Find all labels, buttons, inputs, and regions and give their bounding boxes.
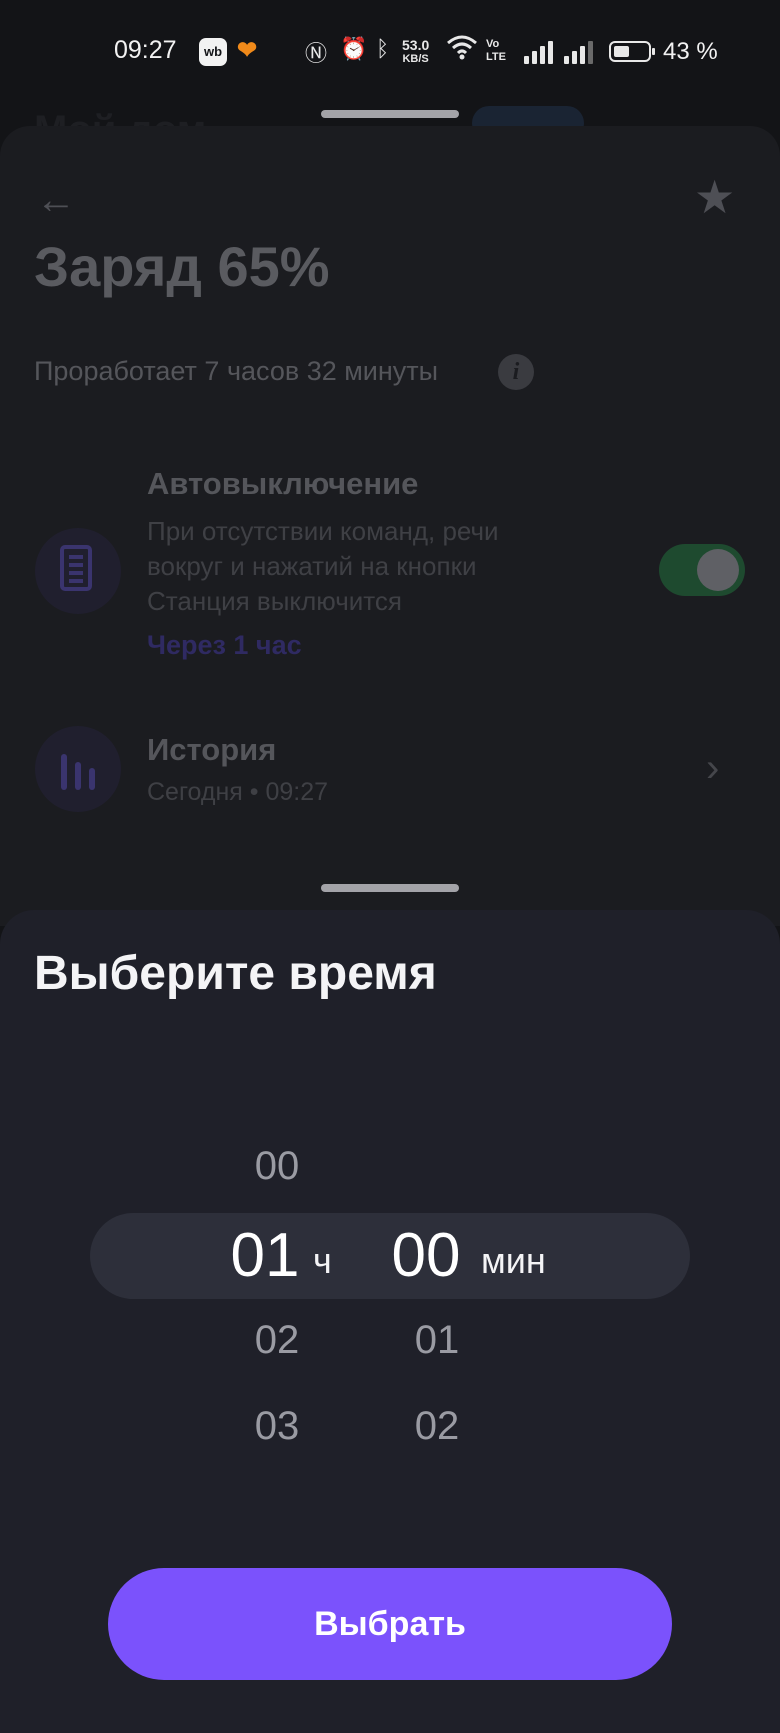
battery-fill	[614, 46, 629, 57]
charge-title: Заряд 65%	[34, 235, 330, 298]
time-picker-sheet: Выберите время 00 01 ч 02 03 00 мин 01 0…	[0, 910, 780, 1733]
favorite-star-icon[interactable]: ★	[694, 170, 735, 224]
picker-title: Выберите время	[34, 947, 437, 1000]
minute-option-below-2[interactable]: 02	[387, 1404, 487, 1449]
chevron-right-icon[interactable]: ›	[706, 746, 719, 791]
auto-off-description: При отсутствии команд, речи вокруг и наж…	[147, 516, 499, 616]
auto-off-time-link[interactable]: Через 1 час	[147, 630, 302, 661]
hour-option-below-2[interactable]: 03	[227, 1404, 327, 1449]
status-time: 09:27	[114, 36, 177, 64]
bluetooth-icon: ᛒ	[376, 36, 390, 61]
auto-off-title: Автовыключение	[147, 466, 419, 501]
app-notification-icon: ❤	[237, 37, 258, 64]
wildberries-app-icon: wb	[199, 38, 227, 66]
sheet-drag-handle[interactable]	[321, 884, 459, 892]
battery-setting-icon	[35, 528, 121, 614]
battery-icon	[609, 41, 655, 62]
battery-percent: 43 %	[663, 38, 718, 65]
history-chart-icon	[35, 726, 121, 812]
history-subtitle: Сегодня • 09:27	[147, 778, 329, 806]
wifi-icon	[446, 34, 478, 66]
minute-option-below-1[interactable]: 01	[387, 1318, 487, 1363]
alarm-icon: ⏰	[340, 36, 368, 61]
runtime-text: Проработает 7 часов 32 минуты	[34, 356, 439, 386]
hour-option-below-1[interactable]: 02	[227, 1318, 327, 1363]
battery-outline	[60, 545, 92, 591]
back-arrow-icon[interactable]: ←	[36, 178, 76, 223]
network-speed-value: 53.0	[402, 37, 430, 53]
signal-2-icon	[564, 40, 593, 64]
status-bar: 09:27 wb ❤ Ⓝ ⏰ ᛒ 53.0 KB/S Vo LTE 43 %	[0, 0, 780, 100]
network-speed: 53.0 KB/S	[402, 38, 429, 66]
auto-off-toggle[interactable]	[659, 544, 745, 596]
top-drag-handle[interactable]	[321, 110, 459, 118]
device-sheet: ← ★ Заряд 65% Проработает 7 часов 32 мин…	[0, 126, 780, 926]
minute-selected[interactable]: 00	[374, 1220, 478, 1291]
network-speed-unit: KB/S	[402, 53, 429, 65]
history-title[interactable]: История	[147, 732, 276, 768]
hour-selected[interactable]: 01	[213, 1220, 317, 1291]
info-icon[interactable]: i	[498, 354, 534, 390]
toggle-knob	[697, 549, 739, 591]
signal-1-icon	[524, 40, 553, 64]
hour-unit-label: ч	[313, 1240, 332, 1281]
choose-button[interactable]: Выбрать	[108, 1568, 672, 1680]
volte-indicator: Vo LTE	[486, 38, 506, 63]
minute-unit-label: мин	[481, 1240, 546, 1281]
hour-option-above[interactable]: 00	[227, 1144, 327, 1189]
nfc-icon: Ⓝ	[305, 41, 328, 66]
